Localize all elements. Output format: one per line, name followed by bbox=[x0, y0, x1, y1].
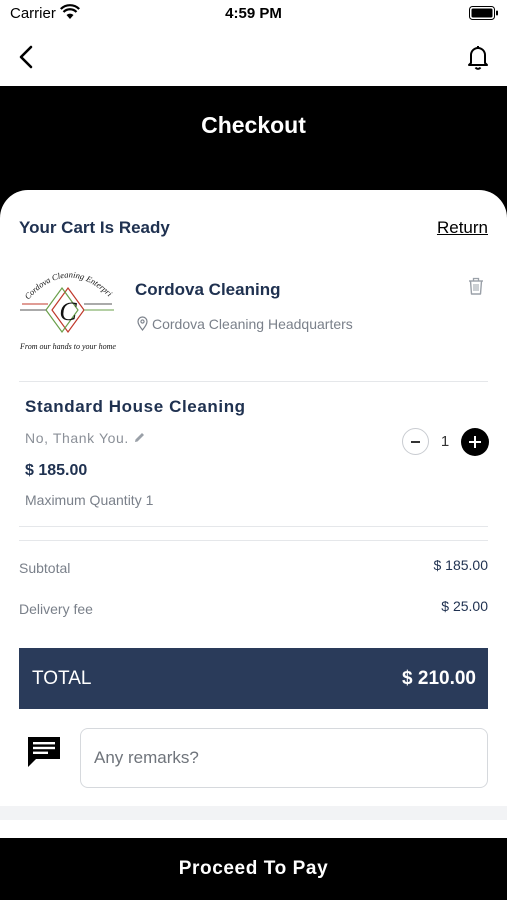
logo-letter: C bbox=[59, 297, 77, 326]
item-note-text: No, Thank You. bbox=[25, 430, 129, 446]
divider bbox=[19, 540, 488, 541]
back-button[interactable] bbox=[14, 42, 44, 72]
subtotal-value: $ 185.00 bbox=[433, 557, 489, 573]
footer-spacer bbox=[0, 806, 507, 820]
return-link[interactable]: Return bbox=[437, 218, 488, 238]
cart-heading: Your Cart Is Ready bbox=[19, 218, 170, 237]
total-bar: TOTAL $ 210.00 bbox=[19, 648, 488, 709]
location-pin-icon bbox=[137, 316, 148, 334]
increase-quantity-button[interactable] bbox=[461, 428, 489, 456]
divider bbox=[19, 381, 488, 382]
item-name: Standard House Cleaning bbox=[25, 397, 246, 416]
pencil-icon bbox=[133, 431, 146, 447]
delivery-fee-label: Delivery fee bbox=[19, 601, 93, 617]
trash-icon bbox=[469, 277, 483, 295]
subtotal-label: Subtotal bbox=[19, 560, 71, 576]
total-value: $ 210.00 bbox=[402, 668, 476, 689]
store-logo: Cordova Cleaning Enterprises C From our … bbox=[16, 250, 118, 358]
status-bar: Carrier 4:59 PM bbox=[0, 0, 507, 28]
quantity-value: 1 bbox=[440, 433, 450, 450]
page-title: Checkout bbox=[201, 112, 306, 138]
logo-tagline: From our hands to your home bbox=[19, 342, 116, 351]
total-label: TOTAL bbox=[32, 668, 92, 689]
chat-icon bbox=[27, 736, 61, 773]
navigation-bar bbox=[0, 28, 507, 86]
store-location: Cordova Cleaning Headquarters bbox=[137, 316, 353, 334]
remarks-input[interactable] bbox=[80, 728, 488, 788]
bell-icon bbox=[468, 46, 488, 70]
battery-icon bbox=[469, 6, 499, 25]
item-price: $ 185.00 bbox=[25, 462, 88, 479]
chevron-left-icon bbox=[19, 45, 33, 69]
proceed-to-pay-button[interactable]: Proceed To Pay bbox=[0, 838, 507, 900]
decrease-quantity-button[interactable] bbox=[402, 428, 429, 455]
item-note[interactable]: No, Thank You. bbox=[25, 430, 146, 447]
divider bbox=[19, 526, 488, 527]
delivery-fee-value: $ 25.00 bbox=[441, 598, 488, 614]
notifications-button[interactable] bbox=[463, 42, 493, 72]
clock-time: 4:59 PM bbox=[225, 5, 282, 22]
store-name: Cordova Cleaning bbox=[135, 280, 281, 299]
store-location-text: Cordova Cleaning Headquarters bbox=[152, 316, 353, 332]
cart-card: Your Cart Is Ready Return Cordova Cleani… bbox=[0, 190, 507, 806]
remove-item-button[interactable] bbox=[467, 276, 485, 301]
item-max-quantity: Maximum Quantity 1 bbox=[25, 492, 154, 508]
